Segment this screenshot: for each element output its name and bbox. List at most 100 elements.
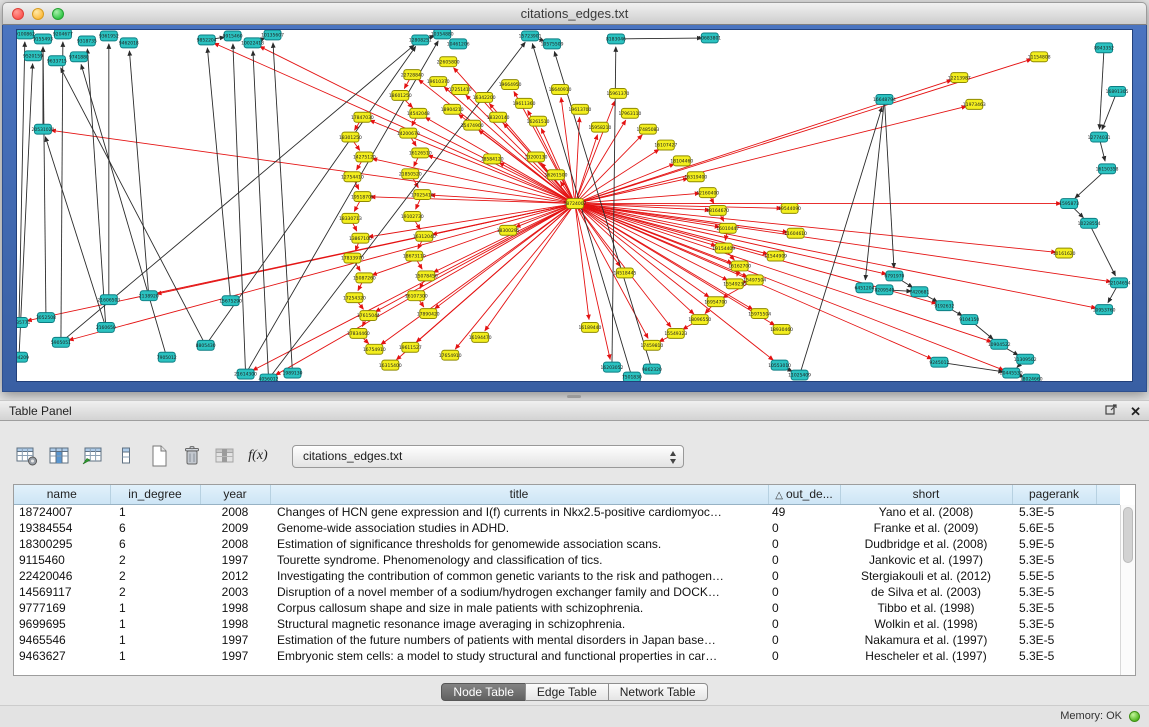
graph-node[interactable]: 18300295	[497, 225, 520, 235]
graph-edge[interactable]	[433, 204, 575, 273]
graph-node[interactable]: 9192632	[934, 301, 954, 311]
graph-node[interactable]: 16162700	[728, 261, 751, 271]
graph-node[interactable]: 6791970	[884, 271, 904, 281]
table-row[interactable]: 2242004622012Investigating the contribut…	[14, 568, 1120, 584]
cell-title[interactable]: Estimation of the future numbers of pati…	[270, 632, 768, 648]
graph-node[interactable]: 17615044	[357, 311, 380, 321]
graph-node[interactable]: 1989130	[283, 368, 303, 378]
cell-pagerank[interactable]: 5.9E-5	[1012, 536, 1096, 552]
graph-edge[interactable]	[616, 38, 702, 39]
graph-node[interactable]: 12213987	[948, 73, 971, 83]
graph-node[interactable]: 14542048	[407, 108, 430, 118]
scrollbar-thumb[interactable]	[1123, 507, 1133, 563]
cell-name[interactable]: 22420046	[14, 568, 110, 584]
cell-year[interactable]: 1997	[200, 632, 270, 648]
graph-node[interactable]: 16754910	[363, 344, 386, 354]
graph-node[interactable]: 19611360	[513, 98, 536, 108]
graph-node[interactable]: 18930460	[770, 324, 793, 334]
graph-node[interactable]: 18301250	[339, 132, 362, 142]
graph-edge[interactable]	[575, 101, 615, 204]
cell-title[interactable]: Investigating the contribution of common…	[270, 568, 768, 584]
panel-splitter[interactable]	[0, 393, 1149, 400]
graph-node[interactable]: 11025409	[788, 370, 811, 380]
cell-pagerank[interactable]: 5.3E-5	[1012, 616, 1096, 632]
cell-year[interactable]: 2008	[200, 536, 270, 552]
graph-node[interactable]: 16203052	[601, 362, 624, 372]
cell-pagerank[interactable]: 5.3E-5	[1012, 600, 1096, 616]
graph-edge[interactable]	[61, 68, 206, 346]
column-header-in_degree[interactable]: in_degree	[110, 485, 200, 504]
cell-name[interactable]: 9777169	[14, 600, 110, 616]
graph-node[interactable]: 9633715	[47, 56, 67, 66]
graph-node[interactable]: 9520159	[23, 51, 43, 61]
graph-node[interactable]: 2138920	[139, 291, 159, 301]
graph-edge[interactable]	[575, 193, 700, 203]
graph-node[interactable]: 7420681	[909, 287, 929, 297]
cell-year[interactable]: 2012	[200, 568, 270, 584]
graph-node[interactable]: 17963110	[618, 108, 641, 118]
cell-name[interactable]: 9115460	[14, 552, 110, 568]
cell-title[interactable]: Genome-wide association studies in ADHD.	[270, 520, 768, 536]
graph-edge[interactable]	[19, 42, 25, 323]
cell-out_degree[interactable]: 0	[768, 520, 840, 536]
graph-node[interactable]: 18104460	[670, 156, 693, 166]
table-source-combobox[interactable]: citations_edges.txt	[292, 445, 684, 468]
graph-edge[interactable]	[1102, 91, 1117, 129]
cell-short[interactable]: Stergiakouli et al. (2012)	[840, 568, 1012, 584]
graph-node[interactable]: 4056012	[259, 374, 279, 381]
graph-node[interactable]: 7905012	[157, 352, 177, 362]
graph-node[interactable]: 16319400	[684, 172, 707, 182]
column-header-year[interactable]: year	[200, 485, 270, 504]
graph-node[interactable]: 12774031	[1088, 132, 1111, 142]
graph-node[interactable]: 9915460	[223, 31, 243, 41]
graph-node[interactable]: 21614300	[234, 369, 257, 379]
column-header-out_degree[interactable]: △out_de...	[768, 485, 840, 504]
cell-name[interactable]: 18300295	[14, 536, 110, 552]
graph-edge[interactable]	[207, 48, 230, 301]
graph-node[interactable]: 14275120	[353, 152, 376, 162]
graph-edge[interactable]	[416, 204, 575, 343]
graph-node[interactable]: 16640910	[549, 85, 572, 95]
graph-node[interactable]: 9318735	[77, 36, 97, 46]
cell-year[interactable]: 1998	[200, 616, 270, 632]
graph-node[interactable]: 10228554	[1078, 218, 1101, 228]
graph-node[interactable]: 16261510	[527, 116, 550, 126]
cell-name[interactable]: 9699695	[14, 616, 110, 632]
tab-node-table[interactable]: Node Table	[441, 683, 526, 701]
graph-node[interactable]: 11154808	[1028, 52, 1051, 62]
graph-node[interactable]: 17834460	[347, 328, 370, 338]
cell-out_degree[interactable]: 0	[768, 584, 840, 600]
graph-edge[interactable]	[87, 49, 105, 328]
tab-edge-table[interactable]: Edge Table	[525, 683, 609, 701]
table-row[interactable]: 1938455462009Genome-wide association stu…	[14, 520, 1120, 536]
graph-node[interactable]: 18724007	[564, 199, 587, 209]
graph-edge[interactable]	[575, 164, 674, 204]
graph-node[interactable]: 18096550	[688, 315, 711, 325]
graph-edge[interactable]	[865, 99, 884, 280]
cell-name[interactable]: 9465546	[14, 632, 110, 648]
row-tools-icon[interactable]	[113, 443, 139, 469]
graph-node[interactable]: 15035771	[17, 318, 31, 328]
graph-node[interactable]: 16891305	[1106, 87, 1129, 97]
graph-node[interactable]: 19664950	[499, 80, 522, 90]
cell-out_degree[interactable]: 0	[768, 600, 840, 616]
table-row[interactable]: 1456911722003Disruption of a novel membe…	[14, 584, 1120, 600]
graph-node[interactable]: 13200130	[525, 152, 548, 162]
graph-edge[interactable]	[575, 204, 709, 298]
table-row[interactable]: 946362711997Embryonic stem cells: a mode…	[14, 648, 1120, 664]
graph-node[interactable]: 8209540	[874, 285, 894, 295]
graph-node[interactable]: 2160650	[96, 323, 116, 333]
cell-title[interactable]: Embryonic stem cells: a model to study s…	[270, 648, 768, 664]
graph-node[interactable]: 10354880	[431, 30, 454, 39]
graph-node[interactable]: 12104654	[1108, 278, 1131, 288]
cell-in_degree[interactable]: 1	[110, 616, 200, 632]
cell-out_degree[interactable]: 0	[768, 616, 840, 632]
cell-title[interactable]: Structural magnetic resonance image aver…	[270, 616, 768, 632]
graph-edge[interactable]	[372, 159, 575, 204]
graph-node[interactable]: 13867100	[349, 233, 372, 243]
graph-edge[interactable]	[1089, 223, 1115, 275]
graph-node[interactable]: 18673110	[403, 251, 426, 261]
tab-network-table[interactable]: Network Table	[608, 683, 708, 701]
float-panel-icon[interactable]	[1105, 401, 1118, 421]
cell-short[interactable]: Dudbridge et al. (2008)	[840, 536, 1012, 552]
